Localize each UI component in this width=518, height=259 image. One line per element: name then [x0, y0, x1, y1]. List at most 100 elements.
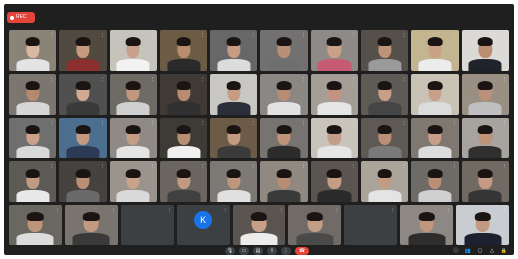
- tile-options-icon[interactable]: ⋮: [452, 163, 457, 168]
- participant-tile[interactable]: ⋮: [310, 117, 359, 159]
- participant-tile[interactable]: ⋮: [210, 30, 258, 71]
- tile-options-icon[interactable]: ⋮: [502, 163, 507, 168]
- tile-options-icon[interactable]: ⋮: [334, 207, 339, 212]
- participant-tile[interactable]: ⋮: [9, 73, 57, 115]
- mic-icon[interactable]: 🎙: [225, 247, 235, 255]
- tile-options-icon[interactable]: ⋮: [200, 120, 205, 125]
- participant-tile[interactable]: ⋮: [411, 73, 459, 115]
- tile-options-icon[interactable]: ⋮: [502, 32, 507, 37]
- participant-tile[interactable]: ⋮: [310, 161, 359, 202]
- participant-tile[interactable]: ⋮: [9, 205, 62, 245]
- participant-tile[interactable]: ⋮: [59, 161, 107, 202]
- tile-options-icon[interactable]: ⋮: [100, 120, 105, 125]
- tile-options-icon[interactable]: ⋮: [49, 120, 54, 125]
- participant-tile[interactable]: ⋮: [159, 117, 208, 159]
- tile-options-icon[interactable]: ⋮: [150, 76, 155, 81]
- activities-icon[interactable]: △: [488, 247, 496, 255]
- participant-tile[interactable]: ⋮: [9, 117, 57, 159]
- participant-tile[interactable]: ⋮: [411, 30, 459, 71]
- participant-tile[interactable]: ⋮: [120, 205, 174, 245]
- tile-options-icon[interactable]: ⋮: [452, 32, 457, 37]
- tile-options-icon[interactable]: ⋮: [49, 32, 54, 37]
- present-icon[interactable]: ⇧: [267, 247, 277, 255]
- tile-options-icon[interactable]: ⋮: [401, 163, 406, 168]
- tile-options-icon[interactable]: ⋮: [301, 120, 306, 125]
- participant-tile[interactable]: ⋮: [461, 30, 509, 71]
- participant-tile[interactable]: ⋮: [159, 161, 208, 202]
- participant-tile[interactable]: ⋮: [9, 161, 57, 202]
- participant-tile[interactable]: ⋮: [361, 161, 409, 202]
- participant-tile[interactable]: ⋮: [64, 205, 118, 245]
- participant-tile[interactable]: ⋮: [9, 30, 57, 71]
- hang-up-icon[interactable]: ☎: [295, 247, 309, 255]
- participant-tile[interactable]: ⋮: [59, 30, 107, 71]
- tile-options-icon[interactable]: ⋮: [446, 207, 451, 212]
- tile-options-icon[interactable]: ⋮: [100, 163, 105, 168]
- participant-tile[interactable]: ⋮: [210, 117, 258, 159]
- tile-options-icon[interactable]: ⋮: [250, 32, 255, 37]
- participant-tile[interactable]: ⋮: [159, 73, 208, 115]
- tile-options-icon[interactable]: ⋮: [401, 76, 406, 81]
- participant-tile[interactable]: ⋮: [109, 73, 157, 115]
- participant-tile[interactable]: ⋮: [461, 161, 509, 202]
- participant-tile[interactable]: ⋮: [210, 73, 258, 115]
- tile-options-icon[interactable]: ⋮: [502, 76, 507, 81]
- tile-options-icon[interactable]: ⋮: [167, 207, 172, 212]
- participant-tile[interactable]: ⋮: [260, 73, 308, 115]
- tile-options-icon[interactable]: ⋮: [452, 120, 457, 125]
- participant-tile[interactable]: ⋮: [260, 30, 308, 71]
- tile-options-icon[interactable]: ⋮: [250, 120, 255, 125]
- participant-tile[interactable]: ⋮: [59, 73, 107, 115]
- info-icon[interactable]: ⓘ: [452, 247, 460, 255]
- participant-tile[interactable]: ⋮: [461, 117, 509, 159]
- tile-options-icon[interactable]: ⋮: [100, 76, 105, 81]
- captions-icon[interactable]: ▤: [253, 247, 263, 255]
- participant-tile[interactable]: ⋮: [210, 161, 258, 202]
- participant-tile[interactable]: ⋮: [109, 117, 157, 159]
- tile-options-icon[interactable]: ⋮: [150, 32, 155, 37]
- participant-tile[interactable]: ⋮: [59, 117, 107, 159]
- participant-tile[interactable]: ⋮: [461, 73, 509, 115]
- participant-tile[interactable]: ⋮: [310, 30, 359, 71]
- participant-tile[interactable]: ⋮: [344, 205, 398, 245]
- tile-options-icon[interactable]: ⋮: [55, 207, 60, 212]
- participant-tile[interactable]: ⋮: [232, 205, 286, 245]
- tile-options-icon[interactable]: ⋮: [278, 207, 283, 212]
- more-icon[interactable]: ⋮: [281, 247, 291, 255]
- tile-options-icon[interactable]: ⋮: [200, 76, 205, 81]
- tile-options-icon[interactable]: ⋮: [390, 207, 395, 212]
- participant-tile[interactable]: ⋮: [361, 117, 409, 159]
- participant-tile[interactable]: ⋮: [109, 161, 157, 202]
- participant-tile[interactable]: ⋮: [361, 73, 409, 115]
- tile-options-icon[interactable]: ⋮: [250, 76, 255, 81]
- tile-options-icon[interactable]: ⋮: [401, 32, 406, 37]
- tile-options-icon[interactable]: ⋮: [111, 207, 116, 212]
- participant-tile[interactable]: ⋮: [159, 30, 208, 71]
- participant-tile[interactable]: ⋮: [411, 161, 459, 202]
- tile-options-icon[interactable]: ⋮: [351, 76, 356, 81]
- tile-options-icon[interactable]: ⋮: [200, 163, 205, 168]
- tile-options-icon[interactable]: ⋮: [150, 120, 155, 125]
- participant-tile[interactable]: ⋮: [411, 117, 459, 159]
- tile-options-icon[interactable]: ⋮: [401, 120, 406, 125]
- tile-options-icon[interactable]: ⋮: [223, 207, 228, 212]
- participant-tile[interactable]: ⋮: [400, 205, 454, 245]
- participant-tile-avatar[interactable]: K ⋮: [176, 205, 230, 245]
- tile-options-icon[interactable]: ⋮: [301, 32, 306, 37]
- tile-options-icon[interactable]: ⋮: [502, 120, 507, 125]
- tile-options-icon[interactable]: ⋮: [351, 163, 356, 168]
- tile-options-icon[interactable]: ⋮: [200, 32, 205, 37]
- camera-icon[interactable]: ▭: [239, 247, 249, 255]
- participant-tile[interactable]: ⋮: [310, 73, 359, 115]
- tile-options-icon[interactable]: ⋮: [351, 32, 356, 37]
- participant-tile[interactable]: ⋮: [456, 205, 509, 245]
- tile-options-icon[interactable]: ⋮: [502, 207, 507, 212]
- lock-icon[interactable]: 🔒: [500, 247, 508, 255]
- tile-options-icon[interactable]: ⋮: [49, 76, 54, 81]
- participant-tile[interactable]: ⋮: [260, 117, 308, 159]
- tile-options-icon[interactable]: ⋮: [452, 76, 457, 81]
- tile-options-icon[interactable]: ⋮: [49, 163, 54, 168]
- tile-options-icon[interactable]: ⋮: [250, 163, 255, 168]
- participant-tile[interactable]: ⋮: [260, 161, 308, 202]
- tile-options-icon[interactable]: ⋮: [100, 32, 105, 37]
